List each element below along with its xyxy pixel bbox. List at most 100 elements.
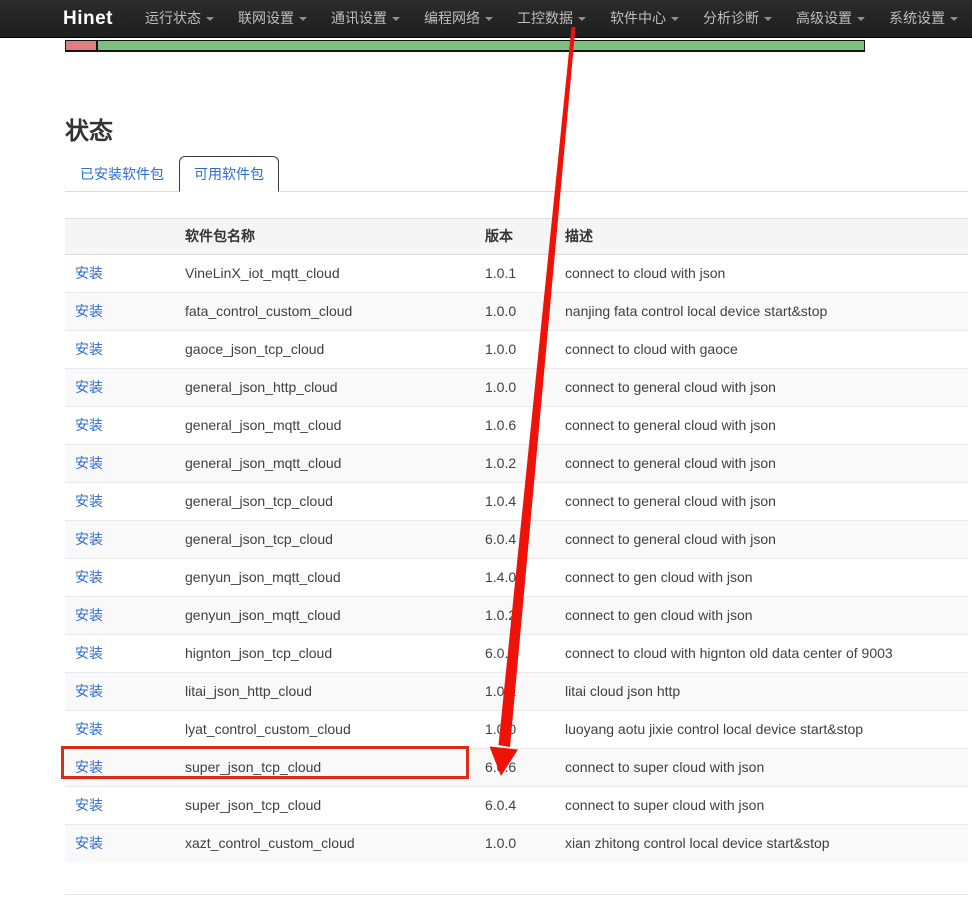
column-header-desc: 描述: [555, 219, 968, 255]
install-link[interactable]: 安装: [75, 569, 103, 585]
bottom-divider: [65, 894, 968, 895]
package-name: VineLinX_iot_mqtt_cloud: [175, 255, 475, 293]
package-version: 1.0.4: [475, 483, 555, 521]
chevron-down-icon: [392, 17, 400, 21]
nav-menu-item[interactable]: 工控数据: [505, 0, 598, 38]
package-desc: connect to cloud with gaoce: [555, 331, 968, 369]
tab-available-packages[interactable]: 可用软件包: [179, 156, 279, 192]
nav-menu-item[interactable]: 软件中心: [598, 0, 691, 38]
package-name: hignton_json_tcp_cloud: [175, 635, 475, 673]
package-name: gaoce_json_tcp_cloud: [175, 331, 475, 369]
install-link[interactable]: 安装: [75, 455, 103, 471]
package-desc: connect to general cloud with json: [555, 407, 968, 445]
package-desc: nanjing fata control local device start&…: [555, 293, 968, 331]
nav-menu-item-label: 工控数据: [517, 10, 573, 26]
table-row: 安装 general_json_http_cloud 1.0.0 connect…: [65, 369, 968, 407]
package-version: 1.0.0: [475, 293, 555, 331]
package-desc: connect to gen cloud with json: [555, 597, 968, 635]
nav-menu-item[interactable]: 系统设置: [877, 0, 970, 38]
install-link[interactable]: 安装: [75, 379, 103, 395]
install-link[interactable]: 安装: [75, 303, 103, 319]
table-row-highlighted: 安装 super_json_tcp_cloud 6.0.6 connect to…: [65, 749, 968, 787]
table-row: 安装 genyun_json_mqtt_cloud 1.4.0 connect …: [65, 559, 968, 597]
package-version: 1.0.0: [475, 369, 555, 407]
package-desc: connect to gen cloud with json: [555, 559, 968, 597]
install-link[interactable]: 安装: [75, 759, 103, 775]
nav-menu-item[interactable]: 联网设置: [226, 0, 319, 38]
nav-menu-item-label: 通讯设置: [331, 10, 387, 26]
progress-bar: [65, 40, 865, 52]
install-link[interactable]: 安装: [75, 835, 103, 851]
install-link[interactable]: 安装: [75, 265, 103, 281]
progress-segment-green: [98, 41, 864, 50]
package-name: fata_control_custom_cloud: [175, 293, 475, 331]
package-version: 1.0.0: [475, 825, 555, 863]
install-link[interactable]: 安装: [75, 683, 103, 699]
nav-menu-item[interactable]: 编程网络: [412, 0, 505, 38]
package-desc: connect to super cloud with json: [555, 749, 968, 787]
table-row: 安装 general_json_tcp_cloud 6.0.4 connect …: [65, 521, 968, 559]
package-version: 1.0.1: [475, 673, 555, 711]
nav-menu-item-label: 联网设置: [238, 10, 294, 26]
package-version: 6.0.1: [475, 635, 555, 673]
package-desc: xian zhitong control local device start&…: [555, 825, 968, 863]
nav-menu-item[interactable]: 高级设置: [784, 0, 877, 38]
package-desc: connect to cloud with json: [555, 255, 968, 293]
nav-menu-item-label: 高级设置: [796, 10, 852, 26]
package-name: xazt_control_custom_cloud: [175, 825, 475, 863]
package-name: genyun_json_mqtt_cloud: [175, 559, 475, 597]
package-version: 6.0.6: [475, 749, 555, 787]
package-version: 1.0.1: [475, 255, 555, 293]
install-link[interactable]: 安装: [75, 797, 103, 813]
package-desc: connect to general cloud with json: [555, 445, 968, 483]
table-row: 安装 genyun_json_mqtt_cloud 1.0.2 connect …: [65, 597, 968, 635]
brand-logo[interactable]: Hinet: [63, 8, 113, 30]
table-row: 安装 litai_json_http_cloud 1.0.1 litai clo…: [65, 673, 968, 711]
chevron-down-icon: [299, 17, 307, 21]
package-name: genyun_json_mqtt_cloud: [175, 597, 475, 635]
page-title: 状态: [65, 118, 968, 146]
package-version: 1.0.0: [475, 711, 555, 749]
nav-menu-item[interactable]: 分析诊断: [691, 0, 784, 38]
tab-bar: 已安装软件包 可用软件包: [65, 156, 968, 192]
nav-menu-item-label: 分析诊断: [703, 10, 759, 26]
package-version: 6.0.4: [475, 787, 555, 825]
table-row: 安装 general_json_mqtt_cloud 1.0.2 connect…: [65, 445, 968, 483]
table-row: 安装 general_json_tcp_cloud 1.0.4 connect …: [65, 483, 968, 521]
package-name: lyat_control_custom_cloud: [175, 711, 475, 749]
install-link[interactable]: 安装: [75, 531, 103, 547]
table-row: 安装 super_json_tcp_cloud 6.0.4 connect to…: [65, 787, 968, 825]
package-desc: litai cloud json http: [555, 673, 968, 711]
package-desc: connect to general cloud with json: [555, 521, 968, 559]
package-version: 6.0.4: [475, 521, 555, 559]
column-header-version: 版本: [475, 219, 555, 255]
table-row: 安装 xazt_control_custom_cloud 1.0.0 xian …: [65, 825, 968, 863]
package-version: 1.0.2: [475, 445, 555, 483]
nav-menu-item[interactable]: 通讯设置: [319, 0, 412, 38]
table-row: 安装 general_json_mqtt_cloud 1.0.6 connect…: [65, 407, 968, 445]
package-name: super_json_tcp_cloud: [175, 749, 475, 787]
nav-menu-item-label: 运行状态: [145, 10, 201, 26]
package-version: 1.0.6: [475, 407, 555, 445]
package-desc: connect to general cloud with json: [555, 369, 968, 407]
package-desc: connect to general cloud with json: [555, 483, 968, 521]
nav-menu-item-label: 软件中心: [610, 10, 666, 26]
package-desc: connect to super cloud with json: [555, 787, 968, 825]
nav-menu-item[interactable]: 运行状态: [133, 0, 226, 38]
package-name: litai_json_http_cloud: [175, 673, 475, 711]
install-link[interactable]: 安装: [75, 493, 103, 509]
package-name: general_json_mqtt_cloud: [175, 407, 475, 445]
install-link[interactable]: 安装: [75, 607, 103, 623]
chevron-down-icon: [485, 17, 493, 21]
package-desc: luoyang aotu jixie control local device …: [555, 711, 968, 749]
table-row: 安装 gaoce_json_tcp_cloud 1.0.0 connect to…: [65, 331, 968, 369]
package-name: general_json_mqtt_cloud: [175, 445, 475, 483]
install-link[interactable]: 安装: [75, 721, 103, 737]
package-name: general_json_tcp_cloud: [175, 521, 475, 559]
install-link[interactable]: 安装: [75, 645, 103, 661]
package-version: 1.0.2: [475, 597, 555, 635]
chevron-down-icon: [950, 17, 958, 21]
tab-installed-packages[interactable]: 已安装软件包: [65, 156, 179, 192]
install-link[interactable]: 安装: [75, 417, 103, 433]
install-link[interactable]: 安装: [75, 341, 103, 357]
